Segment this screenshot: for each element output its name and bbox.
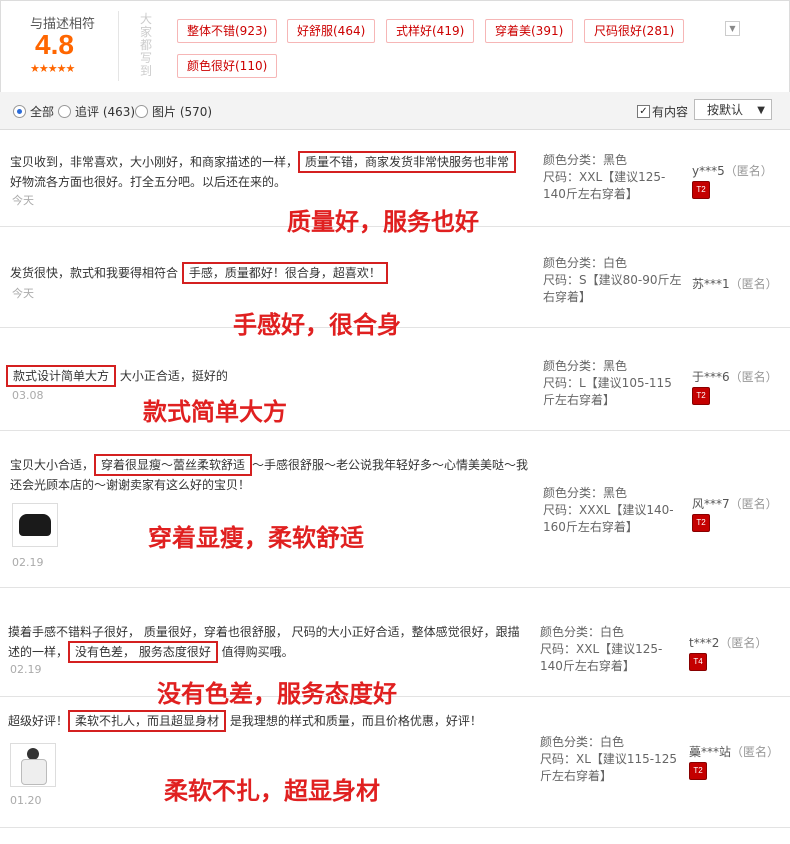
highlight-box: 穿着很显瘦～蕾丝柔软舒适 [94, 454, 253, 476]
sort-label: 按默认 [707, 103, 744, 117]
sort-dropdown[interactable]: 按默认 ▼ [694, 99, 772, 120]
radio-icon [58, 105, 71, 118]
rating-score: 4.8 [35, 29, 74, 60]
level-badge-icon: T2 [689, 762, 707, 780]
review-date: 今天 [12, 287, 34, 300]
review-text: 摸着手感不错料子很好， 质量很好，穿着也很舒服， 尺码的大小正好合适，整体感觉很… [8, 622, 528, 663]
chevron-down-icon[interactable]: ▼ [725, 21, 740, 36]
review-row: 超级好评！ 柔软不扎人，而且超显身材 是我理想的样式和质量，而且价格优惠，好评！ … [0, 697, 790, 828]
rating-summary: 与描述相符 4.8 ★★★★★ 大家都写到 整体不错(923) 好舒服(464)… [0, 0, 790, 93]
review-date: 今天 [12, 194, 34, 207]
review-text: 宝贝收到，非常喜欢，大小刚好，和商家描述的一样， 质量不错，商家发货非常快服务也非… [10, 151, 535, 192]
highlight-box: 柔软不扎人，而且超显身材 [68, 710, 227, 732]
review-photo-thumbnail[interactable] [10, 743, 56, 787]
review-date: 02.19 [10, 663, 42, 676]
annotation-label: 穿着显瘦，柔软舒适 [148, 524, 364, 552]
filter-followup[interactable]: 追评 (463) [58, 103, 135, 120]
review-text: 发货很快，款式和我要得相符合 手感，质量都好！很合身，超喜欢！ [10, 262, 535, 284]
radio-icon [135, 105, 148, 118]
annotation-label: 款式简单大方 [143, 398, 287, 426]
review-row: 发货很快，款式和我要得相符合 手感，质量都好！很合身，超喜欢！ 今天 手感好，很… [0, 227, 790, 339]
filter-all[interactable]: 全部 [13, 103, 54, 120]
review-row: 摸着手感不错料子很好， 质量很好，穿着也很舒服， 尺码的大小正好合适，整体感觉很… [0, 588, 790, 708]
review-row: 宝贝大小合适， 穿着很显瘦～蕾丝柔软舒适 ～手感很舒服～老公说我年轻好多～心情美美哒… [0, 431, 790, 588]
reviewer-name[interactable]: y***5（匿名） [692, 162, 773, 179]
tag-good-size[interactable]: 尺码很好(281) [584, 19, 685, 43]
tag-good-color[interactable]: 颜色很好(110) [177, 54, 278, 78]
review-photo-thumbnail[interactable] [12, 503, 58, 547]
review-date: 01.20 [10, 794, 42, 807]
review-row: 宝贝收到，非常喜欢，大小刚好，和商家描述的一样， 质量不错，商家发货非常快服务也非… [0, 130, 790, 236]
review-date: 03.08 [12, 389, 44, 402]
tag-looks-nice[interactable]: 穿着美(391) [485, 19, 574, 43]
review-text: 宝贝大小合适， 穿着很显瘦～蕾丝柔软舒适 ～手感很舒服～老公说我年轻好多～心情美美哒… [10, 454, 535, 495]
reviewer-name[interactable]: 风***7（匿名） [692, 495, 778, 512]
review-row: 款式设计简单大方 大小正合适，挺好的 03.08 款式简单大方 颜色分类：黑色尺… [0, 328, 790, 431]
sku-info: 颜色分类：白色 尺码：XXL【建议125-140斤左右穿着】 [540, 625, 663, 673]
review-text: 款式设计简单大方 大小正合适，挺好的 [6, 365, 531, 387]
tag-good-style[interactable]: 式样好(419) [386, 19, 475, 43]
sku-info: 颜色分类：黑色 尺码：XXL【建议125-140斤左右穿着】 [543, 153, 666, 201]
chevron-down-icon: ▼ [757, 105, 765, 116]
filter-followup-label: 追评 (463) [75, 105, 136, 119]
reviewer-name[interactable]: 于***6（匿名） [692, 368, 778, 385]
reviewer-name[interactable]: 苏***1（匿名） [692, 275, 778, 292]
tags-label: 大家都写到 [140, 12, 153, 78]
sku-info: 颜色分类：黑色 尺码：XXXL【建议140-160斤左右穿着】 [543, 486, 674, 534]
sku-info: 颜色分类：白色 尺码：XL【建议115-125斤左右穿着】 [540, 735, 678, 783]
annotation-label: 柔软不扎，超显身材 [164, 777, 380, 805]
radio-selected-icon [13, 105, 26, 118]
tag-comfortable[interactable]: 好舒服(464) [287, 19, 376, 43]
rating-stars: ★★★★★ [30, 62, 75, 75]
sku-info: 颜色分类：白色 尺码：S【建议80-90斤左右穿着】 [543, 256, 682, 304]
filter-bar: 全部 追评 (463) 图片 (570) ✓ 有内容 按默认 ▼ [0, 92, 790, 130]
review-date: 02.19 [12, 556, 44, 569]
divider [118, 11, 119, 81]
reviewer-name[interactable]: t***2（匿名） [689, 634, 767, 651]
sku-info: 颜色分类：黑色 尺码：L【建议105-115斤左右穿着】 [543, 359, 672, 407]
review-text: 超级好评！ 柔软不扎人，而且超显身材 是我理想的样式和质量，而且价格优惠，好评！ [8, 710, 533, 732]
has-content-label: 有内容 [652, 105, 689, 119]
filter-images[interactable]: 图片 (570) [135, 103, 212, 120]
level-badge-icon: T4 [689, 653, 707, 671]
checkmark-icon: ✓ [637, 105, 650, 118]
highlight-box: 款式设计简单大方 [6, 365, 117, 387]
tag-overall-good[interactable]: 整体不错(923) [177, 19, 278, 43]
has-content-checkbox[interactable]: ✓ 有内容 [637, 103, 688, 120]
reviewer-name[interactable]: 蘽***站（匿名） [689, 743, 779, 760]
level-badge-icon: T2 [692, 181, 710, 199]
highlight-box: 手感，质量都好！很合身，超喜欢！ [181, 262, 388, 284]
highlight-box: 没有色差， 服务态度很好 [68, 641, 218, 663]
level-badge-icon: T2 [692, 387, 710, 405]
filter-all-label: 全部 [30, 105, 55, 119]
filter-images-label: 图片 (570) [152, 105, 213, 119]
level-badge-icon: T2 [692, 514, 710, 532]
highlight-box: 质量不错，商家发货非常快服务也非常 [298, 151, 517, 173]
